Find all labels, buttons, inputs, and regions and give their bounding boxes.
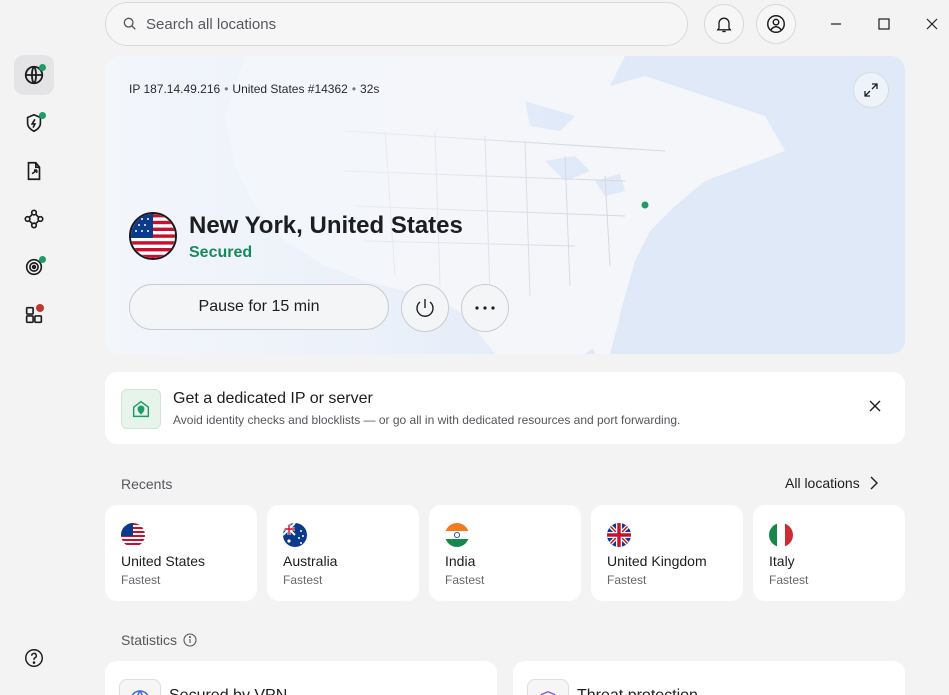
stat-title: Secured by VPN — [169, 687, 287, 695]
statistics-heading: Statistics — [121, 632, 197, 648]
meshnet-icon — [24, 209, 44, 229]
account-button[interactable] — [756, 4, 796, 44]
search-input[interactable] — [146, 15, 646, 33]
current-location: New York, United States — [189, 212, 463, 239]
search-bar[interactable] — [105, 2, 688, 46]
sidebar-item-meshnet[interactable] — [14, 199, 54, 239]
promo-title: Get a dedicated IP or server — [173, 390, 373, 407]
maximize-icon — [878, 18, 890, 30]
connected-dot — [39, 64, 46, 71]
connection-info: IP 187.14.49.216 • United States #14362 • 32… — [129, 82, 380, 96]
bell-icon — [716, 17, 732, 33]
australia-flag-icon — [283, 523, 307, 547]
all-locations-label: All locations — [785, 475, 860, 491]
sidebar — [0, 0, 68, 695]
italy-flag-icon — [769, 523, 793, 547]
sidebar-item-apps[interactable] — [14, 295, 54, 335]
status-dot — [39, 256, 46, 263]
recent-location-tile[interactable]: United States Fastest — [105, 505, 257, 601]
us-flag-icon — [121, 523, 145, 547]
close-icon — [926, 18, 938, 30]
help-icon — [25, 649, 43, 667]
server-name: United States #14362 — [232, 82, 348, 96]
dismiss-promo-button[interactable] — [865, 396, 885, 416]
chevron-right-icon — [870, 476, 878, 490]
more-icon — [475, 306, 495, 310]
globe-icon — [119, 679, 161, 695]
expand-icon — [864, 83, 878, 97]
connection-duration: 32s — [360, 82, 380, 96]
notifications-button[interactable] — [704, 4, 744, 44]
recents-heading: Recents — [121, 476, 173, 492]
recent-sub: Fastest — [607, 573, 647, 587]
minimize-icon — [831, 23, 841, 25]
recent-sub: Fastest — [445, 573, 485, 587]
recent-sub: Fastest — [769, 573, 809, 587]
recent-country: Italy — [769, 553, 795, 569]
minimize-button[interactable] — [826, 14, 846, 34]
expand-map-button[interactable] — [853, 72, 889, 108]
status-dot — [39, 112, 46, 119]
recent-location-tile[interactable]: United Kingdom Fastest — [591, 505, 743, 601]
search-icon — [123, 17, 136, 30]
recent-location-tile[interactable]: Italy Fastest — [753, 505, 905, 601]
dedicated-ip-promo[interactable]: Get a dedicated IP or server Avoid ident… — [105, 372, 905, 444]
shield-icon — [527, 679, 569, 695]
sidebar-item-dark-web-monitor[interactable] — [14, 247, 54, 287]
us-flag-icon — [129, 212, 177, 260]
recent-location-tile[interactable]: Australia Fastest — [267, 505, 419, 601]
all-locations-link[interactable]: All locations — [785, 475, 878, 491]
info-icon[interactable] — [183, 633, 197, 647]
stat-title: Threat protection — [577, 687, 698, 695]
uk-flag-icon — [607, 523, 631, 547]
sidebar-item-globe[interactable] — [14, 55, 54, 95]
dedicated-ip-icon — [121, 389, 161, 429]
pause-button[interactable]: Pause for 15 min — [129, 284, 389, 330]
sidebar-item-file-share[interactable] — [14, 151, 54, 191]
disconnect-button[interactable] — [401, 284, 449, 332]
maximize-button[interactable] — [874, 14, 894, 34]
recent-country: United States — [121, 553, 206, 569]
sidebar-item-threat-protection[interactable] — [14, 103, 54, 143]
file-share-icon — [27, 161, 41, 181]
threat-protection-stat-card[interactable]: Threat protection — [513, 661, 905, 695]
location-pin[interactable] — [641, 201, 649, 209]
user-icon — [767, 15, 785, 33]
notification-dot — [36, 304, 44, 312]
recent-country: United Kingdom — [607, 553, 707, 569]
help-button[interactable] — [14, 638, 54, 678]
power-icon — [416, 299, 434, 317]
promo-subtitle: Avoid identity checks and blocklists — o… — [173, 413, 681, 427]
recent-country: India — [445, 553, 476, 569]
ip-address: IP 187.14.49.216 — [129, 82, 221, 96]
statistics-label: Statistics — [121, 632, 178, 648]
recent-country: Australia — [283, 553, 338, 569]
vpn-stat-card[interactable]: Secured by VPN — [105, 661, 497, 695]
close-icon — [869, 400, 881, 412]
recent-location-tile[interactable]: India Fastest — [429, 505, 581, 601]
india-flag-icon — [445, 523, 469, 547]
recent-sub: Fastest — [283, 573, 323, 587]
connection-status: Secured — [189, 244, 253, 261]
map-card: IP 187.14.49.216 • United States #14362 • 32… — [105, 56, 905, 354]
recent-sub: Fastest — [121, 573, 161, 587]
more-options-button[interactable] — [461, 284, 509, 332]
close-window-button[interactable] — [922, 14, 942, 34]
